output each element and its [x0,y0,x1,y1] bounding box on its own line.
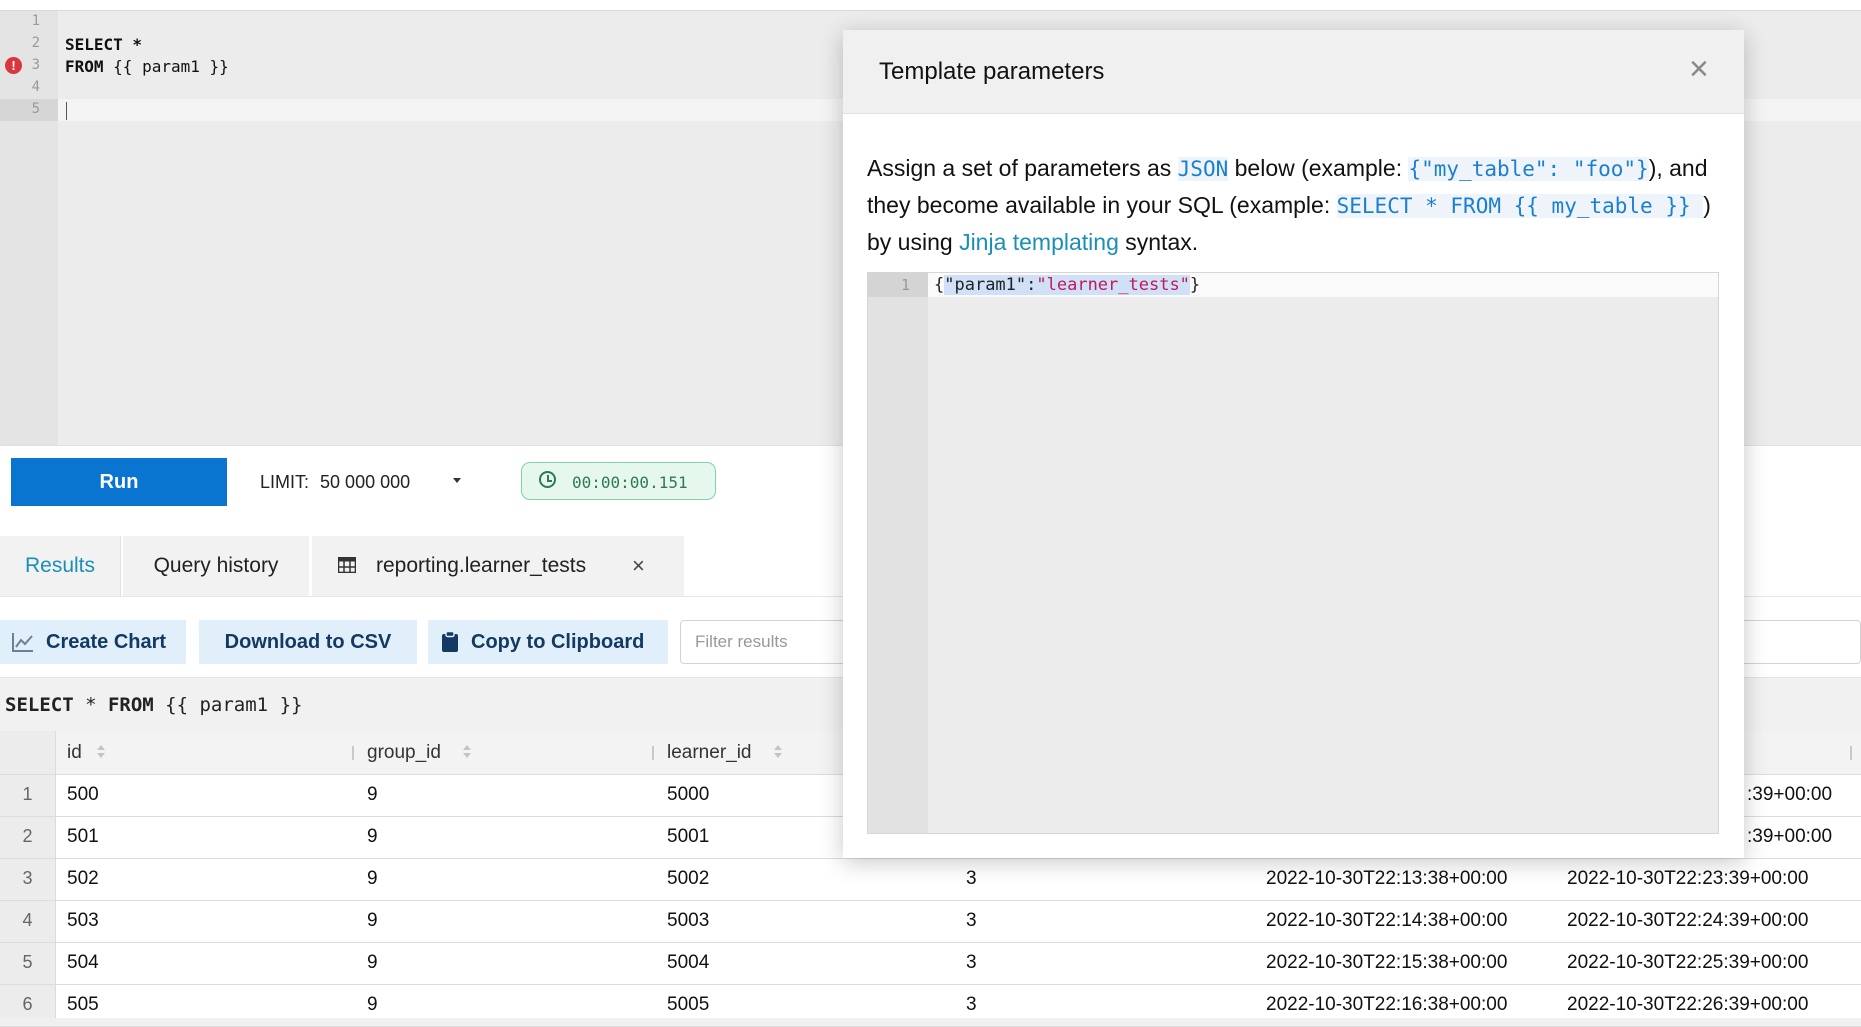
cell: 2022-10-30T22:26:39+00:00 [1567,994,1809,1015]
cell-group-id: 9 [367,910,378,931]
create-chart-button[interactable]: Create Chart [0,620,186,664]
cell: :39+00:00 [1747,784,1833,805]
json-editor[interactable]: 1 {"param1":"learner_tests"} [867,272,1719,834]
close-icon[interactable]: × [1689,52,1709,86]
modal-title: Template parameters [879,58,1105,85]
query-timer: 00:00:00.151 [521,462,716,500]
line-number: 1 [900,276,910,294]
template-parameters-modal: Template parameters × Assign a set of pa… [843,30,1744,858]
header-corner [0,731,56,774]
row-number: 2 [22,826,33,846]
tab-results[interactable]: Results [0,536,121,596]
column-header[interactable]: learner_id [667,742,752,764]
line-number: ! 3 [0,55,58,77]
column-resizer[interactable] [1850,746,1852,760]
line-number-active: 5 [0,99,58,121]
cell: 3 [966,868,977,889]
limit-dropdown[interactable]: LIMIT: 50 000 000 [260,472,410,493]
clipboard-icon [442,631,458,652]
text-cursor [66,102,67,120]
cell-group-id: 9 [367,784,378,805]
editor-gutter: 1 2 ! 3 4 5 [0,11,58,445]
cell: 2022-10-30T22:15:38+00:00 [1266,952,1508,973]
code-line: SELECT * [65,35,143,54]
sort-icon[interactable] [97,745,105,759]
error-icon[interactable]: ! [5,57,22,74]
timer-value: 00:00:00.151 [572,473,688,492]
line-number: 4 [31,79,40,95]
row-number: 4 [22,910,33,930]
button-label: Create Chart [46,631,167,653]
cell-group-id: 9 [367,826,378,847]
row-number: 3 [22,868,33,888]
button-label: Copy to Clipboard [471,631,645,653]
line-number: 1 [31,13,40,29]
sort-icon[interactable] [774,745,782,759]
limit-value: 50 000 000 [320,472,411,492]
top-strip [0,0,1861,11]
cell: 2022-10-30T22:24:39+00:00 [1567,910,1809,931]
cell: 2022-10-30T22:16:38+00:00 [1266,994,1508,1015]
cell-group-id: 9 [367,994,378,1015]
cell: 2022-10-30T22:14:38+00:00 [1266,910,1508,931]
code-line: FROM {{ param1 }} [65,57,229,76]
cell-learner-id: 5000 [667,784,710,805]
cell-learner-id: 5003 [667,910,710,931]
table-icon [338,557,356,573]
cell: 2022-10-30T22:23:39+00:00 [1567,868,1809,889]
modal-header: Template parameters × [843,30,1744,114]
cell-id: 503 [67,910,99,931]
cell-id: 501 [67,826,99,847]
column-header[interactable]: id [67,742,82,764]
line-number: 2 [31,35,40,51]
limit-label: LIMIT: [260,472,310,492]
json-gutter: 1 [868,273,928,833]
caret-down-icon[interactable] [453,478,461,483]
cell: :39+00:00 [1747,826,1833,847]
download-csv-button[interactable]: Download to CSV [199,620,417,664]
active-line-gutter [868,273,928,297]
sort-icon[interactable] [463,745,471,759]
row-number: 5 [22,952,33,972]
cell: 3 [966,994,977,1015]
cell-learner-id: 5002 [667,868,710,889]
clock-icon [539,471,556,488]
table-row[interactable]: 6 505 9 5005 3 2022-10-30T22:16:38+00:00… [0,984,1861,1027]
cell: 2022-10-30T22:25:39+00:00 [1567,952,1809,973]
cell-learner-id: 5001 [667,826,710,847]
row-number: 6 [22,994,33,1014]
cell-id: 505 [67,994,99,1015]
close-icon[interactable]: × [632,536,645,596]
cell-id: 500 [67,784,99,805]
table-row[interactable]: 3 502 9 5002 3 2022-10-30T22:13:38+00:00… [0,858,1861,901]
tab-label: reporting.learner_tests [376,554,587,577]
copy-clipboard-button[interactable]: Copy to Clipboard [428,620,668,664]
modal-description: Assign a set of parameters as JSON below… [867,155,1711,255]
cell-group-id: 9 [367,868,378,889]
json-code[interactable]: {"param1":"learner_tests"} [934,275,1200,295]
column-resizer[interactable] [652,746,654,760]
cell-learner-id: 5005 [667,994,710,1015]
row-number: 1 [22,784,33,804]
column-resizer[interactable] [352,746,354,760]
tab-table-preview[interactable]: reporting.learner_tests × [312,536,684,596]
run-button[interactable]: Run [11,458,227,506]
table-row[interactable]: 5 504 9 5004 3 2022-10-30T22:15:38+00:00… [0,942,1861,985]
cell: 2022-10-30T22:13:38+00:00 [1266,868,1508,889]
chart-icon [12,633,33,652]
cell-id: 502 [67,868,99,889]
column-header[interactable]: group_id [367,742,441,764]
cell-learner-id: 5004 [667,952,710,973]
tab-query-history[interactable]: Query history [123,536,309,596]
cell-id: 504 [67,952,99,973]
cell-group-id: 9 [367,952,378,973]
jinja-link[interactable]: Jinja templating [959,229,1119,255]
query-text: SELECT * FROM {{ param1 }} [5,694,303,716]
cell: 3 [966,910,977,931]
table-row[interactable]: 4 503 9 5003 3 2022-10-30T22:14:38+00:00… [0,900,1861,943]
cell: 3 [966,952,977,973]
